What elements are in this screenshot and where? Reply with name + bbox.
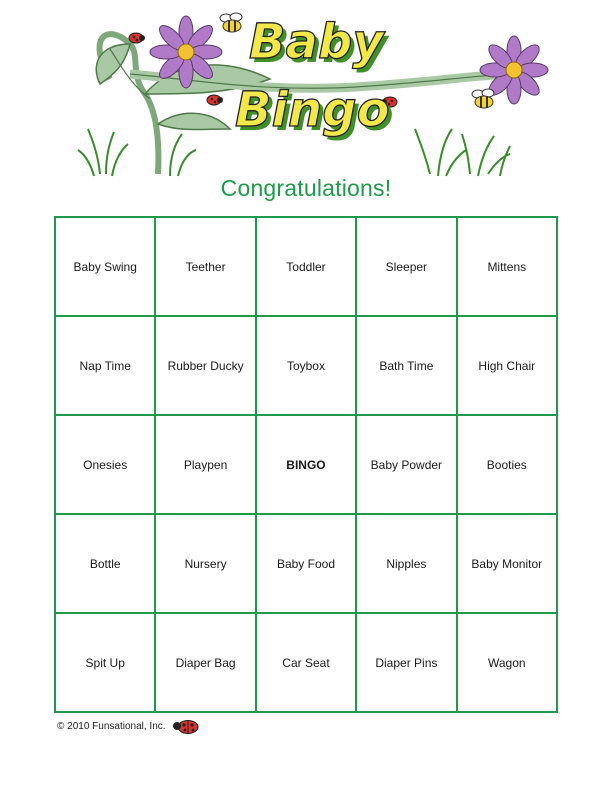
board-cell: Wagon [455, 612, 559, 713]
board-cell: Baby Monitor [455, 513, 559, 614]
board-cell: Car Seat [254, 612, 358, 713]
copyright-text: © 2010 Funsational, Inc. [57, 720, 166, 732]
board-row: Spit Up Diaper Bag Car Seat Diaper Pins Wago… [53, 612, 559, 713]
board-cell: Bottle [53, 513, 157, 614]
footer: © 2010 Funsational, Inc. [57, 718, 200, 734]
board-row: Nap Time Rubber Ducky Toybox Bath Time High … [53, 315, 559, 416]
board-cell: Booties [455, 414, 559, 515]
board-cell: Diaper Pins [355, 612, 458, 713]
board-cell: Playpen [154, 414, 257, 515]
page-subtitle: Congratulations! [220, 175, 392, 201]
board-cell: Bath Time [355, 315, 458, 416]
header-illustration: Baby Baby Bingo Bingo [77, 12, 549, 177]
board-cell: Nap Time [53, 315, 157, 416]
title-line2: Bingo [235, 82, 390, 138]
board-cell: Sleeper [355, 216, 458, 317]
ladybug-icon [172, 720, 199, 734]
board-cell: Toddler [254, 216, 358, 317]
title-line1: Baby [249, 14, 385, 70]
board-cell: Onesies [53, 414, 157, 515]
flower-icon [149, 15, 223, 89]
board-row: Baby Swing Teether Toddler Sleeper Mittens [53, 216, 559, 317]
board-row: Bottle Nursery Baby Food Nipples Baby Monito… [53, 513, 559, 614]
board-cell: High Chair [455, 315, 559, 416]
board-cell: Baby Powder [355, 414, 458, 515]
ladybug-icon [206, 94, 223, 106]
board-cell: Spit Up [53, 612, 157, 713]
board-cell: Rubber Ducky [154, 315, 257, 416]
board-cell: Toybox [254, 315, 358, 416]
grass-icon [414, 128, 511, 177]
board-cell: Diaper Bag [154, 612, 257, 713]
board-cell: Nursery [154, 513, 257, 614]
board-cell: Baby Swing [53, 216, 157, 317]
bee-icon [471, 88, 495, 109]
board-cell: Baby Food [254, 513, 358, 614]
ladybug-icon [128, 32, 145, 44]
board-row: Onesies Playpen BINGO Baby Powder Booties [53, 414, 559, 515]
bee-icon [219, 12, 243, 33]
board-cell: Teether [154, 216, 257, 317]
bingo-board: Baby Swing Teether Toddler Sleeper Mittens Na… [53, 216, 559, 713]
grass-icon [77, 128, 197, 177]
board-cell: Nipples [355, 513, 458, 614]
board-cell: Mittens [455, 216, 559, 317]
free-space-cell: BINGO [254, 414, 358, 515]
